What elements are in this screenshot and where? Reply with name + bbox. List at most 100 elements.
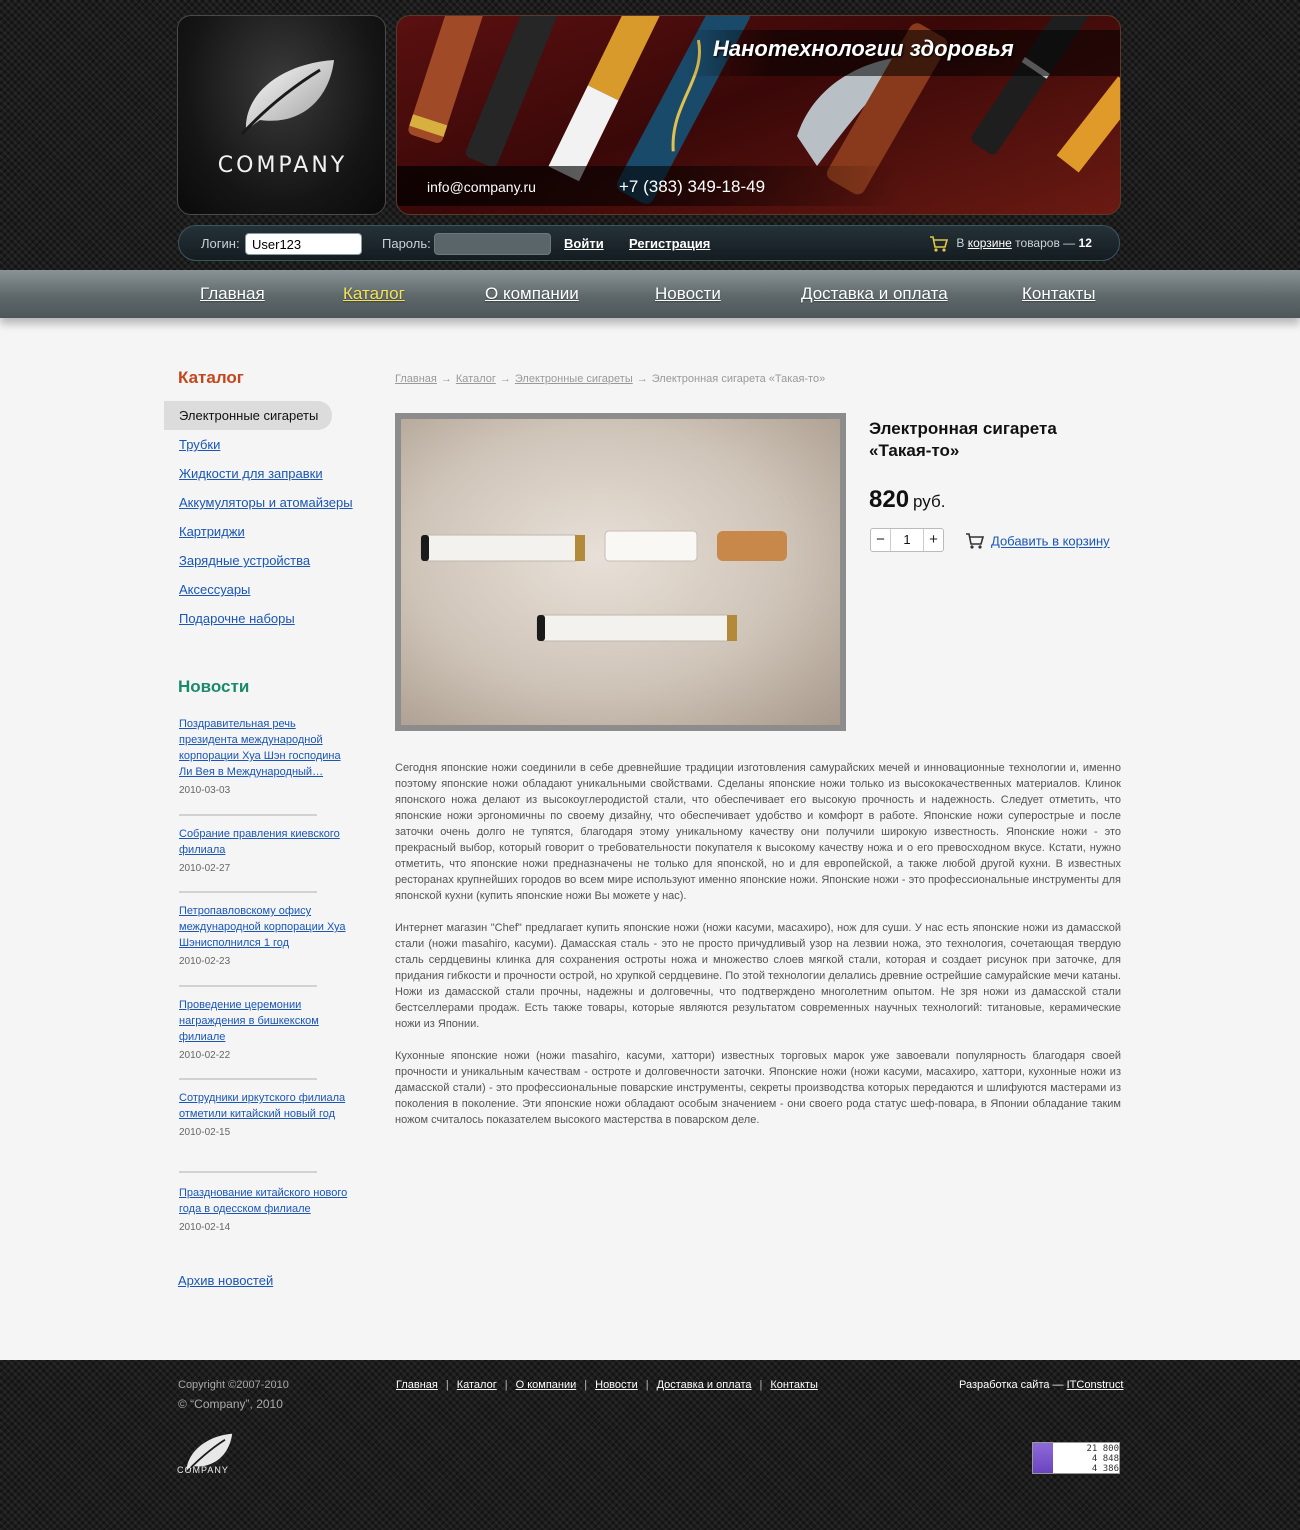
footer-separator: |	[445, 1379, 449, 1391]
news-link[interactable]: Собрание правления киевского филиала	[179, 826, 349, 858]
footer-link-about[interactable]: О компании	[516, 1379, 577, 1391]
product-image[interactable]	[395, 413, 846, 731]
login-bar: Логин: Пароль: Войти Регистрация В корзи…	[178, 225, 1120, 261]
news-date: 2010-02-23	[179, 956, 231, 967]
footer-logo-text: COMPANY	[177, 1465, 229, 1475]
nav-item-news[interactable]: Новости	[655, 284, 721, 304]
news-divider	[179, 891, 317, 893]
news-divider	[179, 814, 317, 816]
news-item: Празднование китайского нового года в од…	[179, 1185, 349, 1233]
news-date: 2010-02-22	[179, 1050, 231, 1061]
developer-credit: Разработка сайта — ITConstruct	[959, 1379, 1123, 1391]
counter-value: 4 848	[1091, 1454, 1119, 1464]
visitor-counter[interactable]: 21 800 4 848 4 386	[1032, 1442, 1120, 1474]
footer-link-news[interactable]: Новости	[595, 1379, 638, 1391]
news-link[interactable]: Сотрудники иркутского филиала отметили к…	[179, 1090, 349, 1122]
news-item: Поздравительная речь президента междунар…	[179, 716, 349, 796]
counter-badge-icon	[1033, 1443, 1053, 1473]
company-copyright: © “Company”, 2010	[178, 1397, 283, 1411]
news-item: Сотрудники иркутского филиала отметили к…	[179, 1090, 349, 1138]
news-link[interactable]: Проведение церемонии награждения в бишке…	[179, 997, 349, 1045]
login-label: Логин:	[201, 236, 240, 251]
footer-link-delivery[interactable]: Доставка и оплата	[657, 1379, 752, 1391]
breadcrumb-home[interactable]: Главная	[395, 373, 437, 385]
leaf-logo-icon	[240, 60, 334, 136]
catalog-title: Каталог	[178, 368, 244, 387]
footer-separator: |	[645, 1379, 649, 1391]
login-input[interactable]	[245, 233, 362, 255]
nav-item-contacts[interactable]: Контакты	[1022, 284, 1095, 304]
product-description: Сегодня японские ножи соединили в себе д…	[395, 760, 1121, 1144]
news-item: Проведение церемонии награждения в бишке…	[179, 997, 349, 1061]
price-value: 820	[869, 486, 910, 513]
catalog-item-chargers[interactable]: Зарядные устройства	[179, 553, 310, 568]
password-label: Пароль:	[382, 236, 431, 251]
cart-link[interactable]: корзине	[968, 236, 1012, 250]
logo[interactable]: COMPANY	[177, 15, 386, 215]
catalog-item-gift-sets[interactable]: Подарочне наборы	[179, 611, 295, 626]
add-to-cart-button[interactable]: Добавить в корзину	[965, 532, 1110, 550]
developer-prefix: Разработка сайта —	[959, 1379, 1064, 1391]
main-nav: Главная Каталог О компании Новости Доста…	[0, 270, 1300, 318]
news-date: 2010-02-14	[179, 1222, 231, 1233]
catalog-item-ecigs[interactable]: Электронные сигареты	[164, 401, 332, 430]
nav-item-home[interactable]: Главная	[200, 284, 265, 304]
nav-item-delivery[interactable]: Доставка и оплата	[801, 284, 948, 304]
description-paragraph: Кухонные японские ножи (ножи masahiro, к…	[395, 1050, 1121, 1126]
quantity-stepper: − 1 +	[870, 528, 944, 552]
catalog-item-cartridges[interactable]: Картриджи	[179, 524, 245, 539]
footer-link-contacts[interactable]: Контакты	[770, 1379, 818, 1391]
description-paragraph: Интернет магазин "Chef" предлагает купит…	[395, 922, 1121, 1030]
news-date: 2010-02-15	[179, 1127, 231, 1138]
banner-email[interactable]: info@company.ru	[427, 179, 536, 195]
price-currency: руб.	[913, 492, 946, 511]
cart-mid: товаров —	[1015, 236, 1076, 251]
banner-phone: +7 (383) 349-18-49	[619, 177, 766, 196]
nav-item-catalog[interactable]: Каталог	[343, 284, 405, 304]
breadcrumb-arrow-icon: →	[440, 373, 452, 385]
news-link[interactable]: Празднование китайского нового года в од…	[179, 1185, 349, 1217]
minus-icon[interactable]: −	[871, 529, 891, 551]
quantity-input[interactable]: 1	[891, 529, 923, 551]
breadcrumb-current: Электронная сигарета «Такая-то»	[651, 373, 826, 385]
cart-summary: В корзине товаров — 12	[929, 235, 1092, 253]
product-price: 820 руб.	[869, 486, 945, 514]
footer-link-home[interactable]: Главная	[396, 1379, 438, 1391]
breadcrumb: Главная → Каталог → Электронные сигареты → Эле…	[395, 373, 825, 385]
catalog-item-liquids[interactable]: Жидкости для заправки	[179, 466, 323, 481]
footer-separator: |	[584, 1379, 588, 1391]
breadcrumb-catalog[interactable]: Каталог	[456, 373, 496, 385]
catalog-item-pipes[interactable]: Трубки	[179, 437, 220, 452]
footer: Copyright ©2007-2010 © “Company”, 2010 Г…	[0, 1360, 1300, 1530]
cart-icon[interactable]	[929, 235, 949, 253]
news-item: Петропавловскому офису международной кор…	[179, 903, 349, 967]
catalog-item-accessories[interactable]: Аксессуары	[179, 582, 250, 597]
news-divider	[179, 1078, 317, 1080]
footer-separator: |	[504, 1379, 508, 1391]
news-item: Собрание правления киевского филиала 201…	[179, 826, 349, 874]
counter-value: 4 386	[1091, 1464, 1119, 1474]
breadcrumb-arrow-icon: →	[499, 373, 511, 385]
news-link[interactable]: Поздравительная речь президента междунар…	[179, 716, 349, 780]
description-paragraph: Сегодня японские ножи соединили в себе д…	[395, 762, 1121, 902]
footer-link-catalog[interactable]: Каталог	[457, 1379, 497, 1391]
plus-icon[interactable]: +	[923, 529, 943, 551]
news-divider	[179, 985, 317, 987]
logo-text: COMPANY	[217, 153, 348, 178]
footer-separator: |	[759, 1379, 763, 1391]
news-link[interactable]: Петропавловскому офису международной кор…	[179, 903, 349, 951]
news-date: 2010-02-27	[179, 863, 231, 874]
news-title: Новости	[178, 677, 250, 696]
login-button[interactable]: Войти	[564, 236, 604, 251]
news-archive-link[interactable]: Архив новостей	[178, 1273, 273, 1288]
password-input[interactable]	[434, 233, 551, 255]
copyright-text: Copyright ©2007-2010	[178, 1379, 289, 1391]
register-link[interactable]: Регистрация	[629, 236, 710, 251]
nav-item-about[interactable]: О компании	[485, 284, 579, 304]
cart-icon	[966, 533, 985, 549]
catalog-item-batteries[interactable]: Аккумуляторы и атомайзеры	[179, 495, 353, 510]
banner-title: Нанотехнологии здоровья	[713, 36, 1014, 61]
developer-link[interactable]: ITConstruct	[1067, 1379, 1124, 1391]
breadcrumb-category[interactable]: Электронные сигареты	[515, 373, 633, 385]
product-name: Электронная сигарета «Такая-то»	[869, 419, 1057, 460]
